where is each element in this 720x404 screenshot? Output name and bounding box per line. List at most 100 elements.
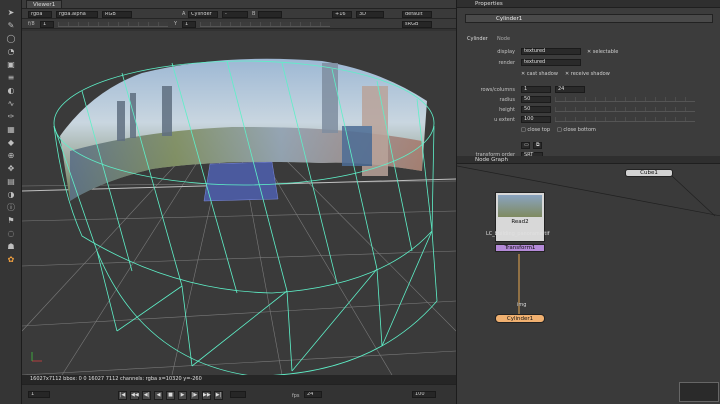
b-mode-dropdown[interactable]: - xyxy=(222,10,248,18)
node-icon[interactable]: ⧉ xyxy=(533,142,542,149)
display-label: display xyxy=(497,49,515,55)
close-bottom-checkbox[interactable]: □ close bottom xyxy=(557,127,596,133)
radius-row: radius 50 xyxy=(465,96,714,104)
curve-icon[interactable]: ∿ xyxy=(5,97,17,109)
height-slider[interactable] xyxy=(555,107,695,112)
last-frame-button[interactable]: ▶| xyxy=(214,391,223,400)
u-extent-field[interactable]: 100 xyxy=(521,116,551,123)
prev-keyframe-button[interactable]: ◀◀ xyxy=(130,391,139,400)
end-frame-field[interactable]: 100 xyxy=(412,391,436,398)
properties-panel: Properties Cylinder1 Cylinder Node displ… xyxy=(456,0,720,158)
u-extent-row: u extent 100 xyxy=(465,116,714,124)
read-thumbnail xyxy=(498,195,542,217)
transform-node[interactable]: Transform1 xyxy=(495,244,545,252)
display-dropdown[interactable]: textured xyxy=(521,48,581,55)
camera-dropdown[interactable]: default xyxy=(402,10,432,18)
radius-field[interactable]: 50 xyxy=(521,96,551,103)
transform-icon[interactable]: ✥ xyxy=(5,162,17,174)
viewer-controls-row1: rgba rgba.alpha RGB A Cylinder - B +16 3… xyxy=(22,9,456,19)
radius-slider[interactable] xyxy=(555,97,695,102)
3d-icon[interactable]: ▤ xyxy=(5,175,17,187)
filter-icon[interactable]: ▦ xyxy=(5,123,17,135)
keyer-icon[interactable]: ◆ xyxy=(5,136,17,148)
fps-label: fps xyxy=(292,393,300,399)
next-frame-button[interactable]: |▶ xyxy=(190,391,199,400)
node-graph-minimap[interactable] xyxy=(679,382,719,402)
gamma-field[interactable]: 1 xyxy=(182,20,196,28)
rows-columns-row: rows/columns 1 24 xyxy=(465,86,714,94)
toolsets-icon[interactable]: ⚑ xyxy=(5,214,17,226)
fps-field[interactable]: 24 xyxy=(304,391,322,398)
columns-field[interactable]: 24 xyxy=(555,86,585,93)
input-b-label: B xyxy=(252,11,256,17)
play-backward-button[interactable]: ◀ xyxy=(154,391,163,400)
lut-dropdown[interactable]: sRGB xyxy=(402,20,432,28)
clock-icon[interactable]: ◔ xyxy=(5,45,17,57)
timeline-bar: 1 |◀ ◀◀ ◀| ◀ ■ ▶ |▶ ▶▶ ▶| fps 24 100 xyxy=(22,384,456,404)
render-dropdown[interactable]: textured xyxy=(521,59,581,66)
arrow-icon[interactable]: ➤ xyxy=(5,6,17,18)
palette-icon[interactable]: ▣ xyxy=(5,58,17,70)
folder-icon[interactable]: ▭ xyxy=(521,142,530,149)
circle-icon[interactable]: ◯ xyxy=(5,32,17,44)
close-top-label: close top xyxy=(527,127,550,133)
tab-cylinder[interactable]: Cylinder xyxy=(467,36,488,42)
node-graph-panel[interactable]: Node Graph Cube1 Read2 LC_building_panor… xyxy=(456,156,720,404)
current-frame-field[interactable]: 1 xyxy=(28,391,50,398)
prev-frame-button[interactable]: ◀| xyxy=(142,391,151,400)
u-extent-slider[interactable] xyxy=(555,117,695,122)
radius-label: radius xyxy=(499,97,515,103)
next-keyframe-button[interactable]: ▶▶ xyxy=(202,391,211,400)
color-icon[interactable]: ◐ xyxy=(5,84,17,96)
display-dropdown[interactable]: RGB xyxy=(102,10,132,18)
close-row: □ close top □ close bottom xyxy=(465,126,714,134)
rows-columns-label: rows/columns xyxy=(480,87,515,93)
input-a-dropdown[interactable]: Cylinder xyxy=(188,10,218,18)
node-toolbar: ➤ ✎ ◯ ◔ ▣ ≡ ◐ ∿ ✑ ▦ ◆ ⊕ ✥ ▤ ◑ ⓘ ⚑ ◌ ☗ ✿ xyxy=(0,0,22,404)
close-top-checkbox[interactable]: □ close top xyxy=(521,127,550,133)
tab-node[interactable]: Node xyxy=(497,36,510,42)
metadata-icon[interactable]: ⓘ xyxy=(5,201,17,213)
node-name[interactable]: Cylinder1 xyxy=(496,16,522,22)
receive-shadow-label: receive shadow xyxy=(570,71,610,77)
fstop-field[interactable]: 1 xyxy=(40,20,54,28)
img-input-label: img xyxy=(517,302,527,308)
first-frame-button[interactable]: |◀ xyxy=(118,391,127,400)
increment-field[interactable] xyxy=(230,391,246,398)
selectable-checkbox[interactable]: ✕ selectable xyxy=(587,49,618,55)
display-row: display textured ✕ selectable xyxy=(465,48,714,56)
node-name-bar: Cylinder1 xyxy=(465,14,713,23)
viewer-controls-row2: f/8 1 Y 1 sRGB xyxy=(22,19,456,29)
properties-title: Properties xyxy=(457,0,720,8)
channel-icon[interactable]: ≡ xyxy=(5,71,17,83)
gamma-slider[interactable] xyxy=(200,22,330,27)
layer-dropdown[interactable]: rgba.alpha xyxy=(56,10,98,18)
merge-icon[interactable]: ⊕ xyxy=(5,149,17,161)
height-field[interactable]: 50 xyxy=(521,106,551,113)
stop-button[interactable]: ■ xyxy=(166,391,175,400)
receive-shadow-checkbox[interactable]: ✕ receive shadow xyxy=(565,71,610,77)
input-b-dropdown[interactable] xyxy=(258,10,282,18)
exposure-slider[interactable] xyxy=(58,22,168,27)
read-node[interactable]: Read2 LC_building_panorama.tif xyxy=(486,192,550,242)
view-mode-dropdown[interactable]: 3D xyxy=(356,10,384,18)
viewport-canvas xyxy=(22,58,456,375)
pen-icon[interactable]: ✑ xyxy=(5,110,17,122)
cast-shadow-checkbox[interactable]: ✕ cast shadow xyxy=(521,71,558,77)
viewer-info-bar: 16027x7112 bbox: 0 0 16027 7112 channels… xyxy=(22,375,456,384)
rows-field[interactable]: 1 xyxy=(521,86,551,93)
brush-icon[interactable]: ✎ xyxy=(5,19,17,31)
views-icon[interactable]: ◑ xyxy=(5,188,17,200)
furnace-icon[interactable]: ☗ xyxy=(5,240,17,252)
cube-node[interactable]: Cube1 xyxy=(625,169,673,177)
zoom-dropdown[interactable]: +16 xyxy=(332,10,352,18)
channels-dropdown[interactable]: rgba xyxy=(28,10,52,18)
cylinder-node[interactable]: Cylinder1 xyxy=(495,314,545,323)
tab-viewer[interactable]: Viewer1 xyxy=(26,0,63,8)
read-node-label: Read2 xyxy=(511,219,529,225)
shadow-row: ✕ cast shadow ✕ receive shadow xyxy=(465,70,714,78)
nuke-logo-icon[interactable]: ✿ xyxy=(5,253,17,265)
other-icon[interactable]: ◌ xyxy=(5,227,17,239)
3d-viewport[interactable] xyxy=(22,31,456,375)
play-forward-button[interactable]: ▶ xyxy=(178,391,187,400)
